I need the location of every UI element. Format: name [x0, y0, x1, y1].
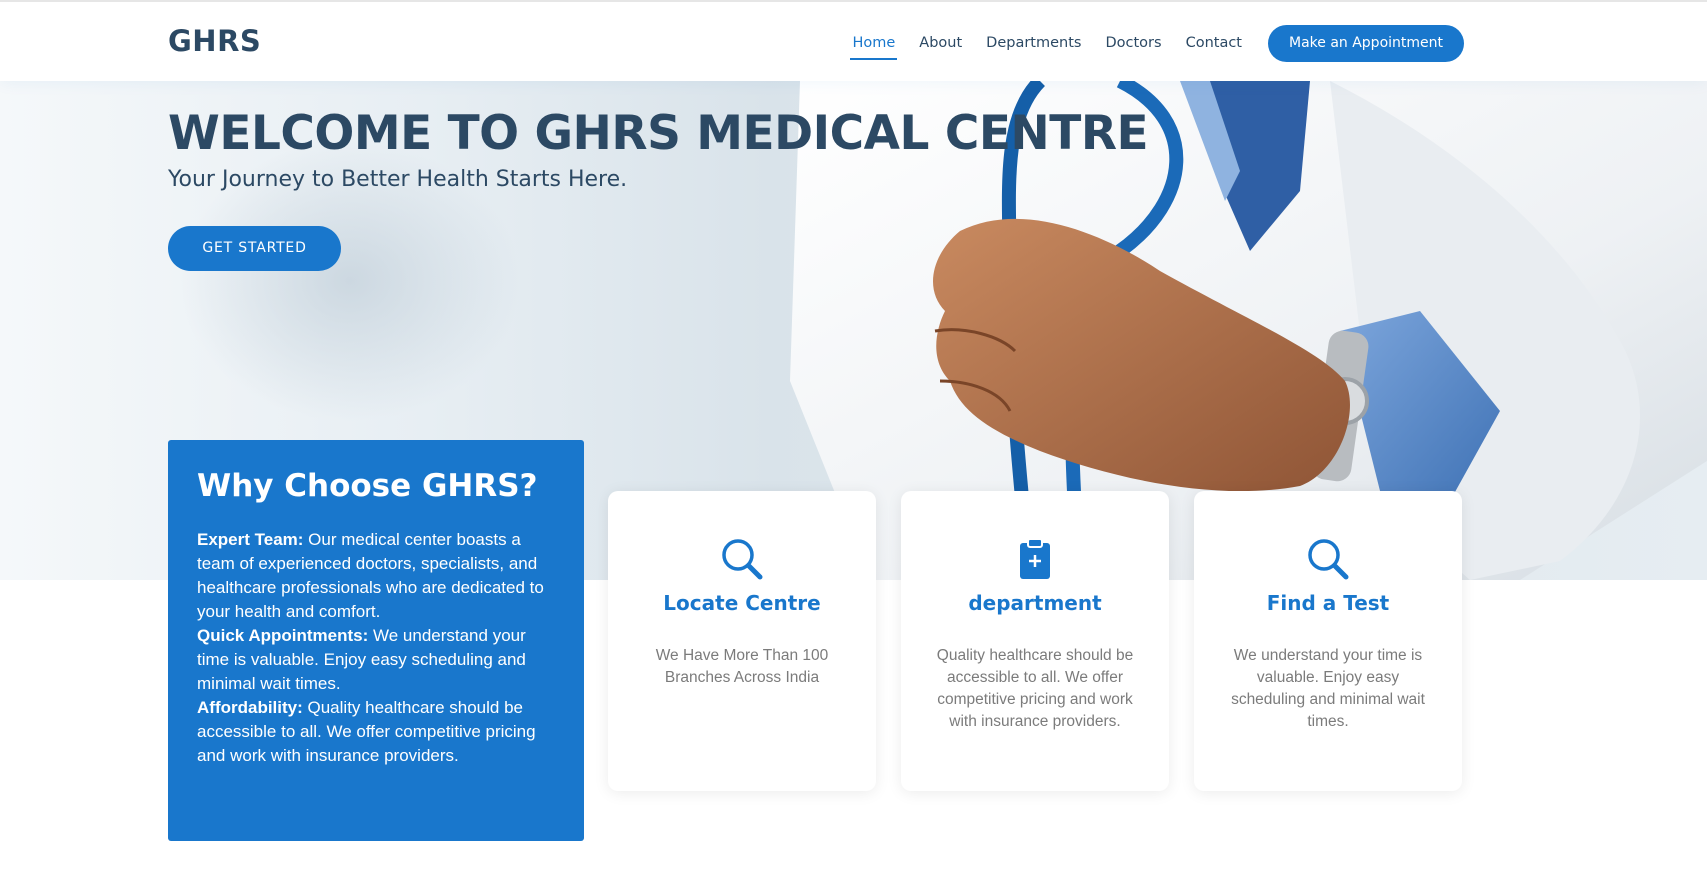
why-choose-box: Why Choose GHRS? Expert Team: Our medica…	[168, 440, 584, 841]
card-locate-centre[interactable]: Locate Centre We Have More Than 100 Bran…	[608, 491, 876, 791]
why-point-label: Affordability:	[197, 698, 303, 717]
nav-departments[interactable]: Departments	[974, 32, 1093, 60]
clipboard-plus-icon	[901, 537, 1169, 581]
card-text: We understand your time is valuable. Enj…	[1231, 647, 1425, 730]
get-started-button[interactable]: GET STARTED	[168, 226, 341, 271]
why-point-label: Expert Team:	[197, 530, 304, 549]
card-text: We Have More Than 100 Branches Across In…	[655, 647, 829, 686]
site-header: GHRS Home About Departments Doctors Cont…	[0, 0, 1707, 81]
card-find-test[interactable]: Find a Test We understand your time is v…	[1194, 491, 1462, 791]
card-department[interactable]: department Quality healthcare should be …	[901, 491, 1169, 791]
card-text: Quality healthcare should be accessible …	[936, 647, 1134, 730]
search-icon	[608, 537, 876, 581]
nav-home[interactable]: Home	[840, 32, 907, 60]
site-logo[interactable]: GHRS	[168, 24, 261, 58]
card-title: Locate Centre	[663, 591, 821, 615]
why-title: Why Choose GHRS?	[197, 468, 538, 504]
hero-subtitle: Your Journey to Better Health Starts Her…	[168, 167, 628, 192]
nav-doctors[interactable]: Doctors	[1093, 32, 1173, 60]
why-points: Expert Team: Our medical center boasts a…	[197, 528, 555, 768]
why-point-label: Quick Appointments:	[197, 626, 369, 645]
card-title: Find a Test	[1266, 591, 1390, 615]
nav-about[interactable]: About	[907, 32, 974, 60]
search-icon	[1194, 537, 1462, 581]
main-nav: Home About Departments Doctors Contact	[840, 32, 1254, 60]
make-appointment-button[interactable]: Make an Appointment	[1268, 25, 1464, 62]
hero-title: WELCOME TO GHRS MEDICAL CENTRE	[168, 106, 1149, 161]
nav-contact[interactable]: Contact	[1174, 32, 1254, 60]
card-title: department	[968, 591, 1102, 615]
